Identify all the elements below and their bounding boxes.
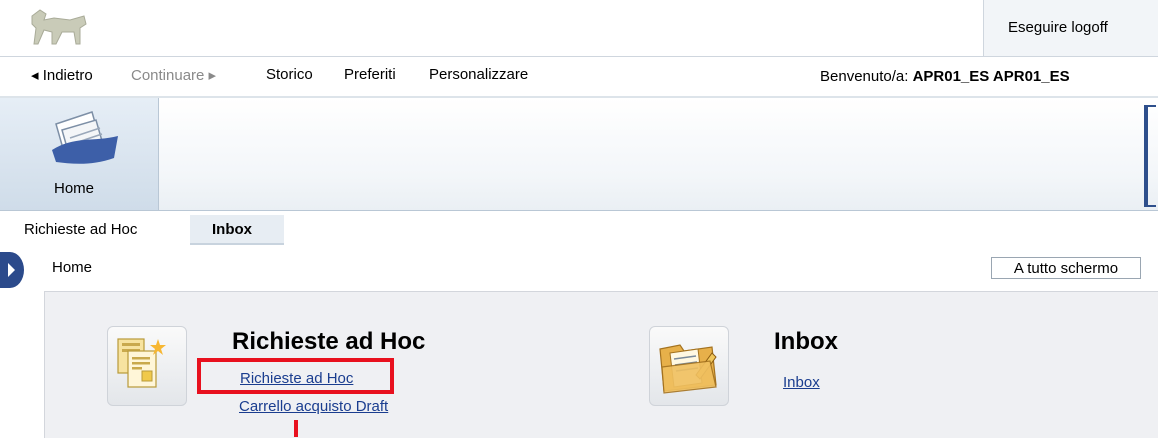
favorites-link[interactable]: Preferiti [344, 66, 396, 83]
breadcrumb[interactable]: Home [52, 259, 92, 276]
back-button[interactable]: ◂ Indietro [31, 66, 93, 84]
history-link[interactable]: Storico [266, 66, 313, 83]
personalize-link[interactable]: Personalizzare [429, 66, 528, 83]
inbox-folder-icon-box[interactable] [649, 326, 729, 406]
highlight-box [197, 358, 394, 394]
top-level-navigation [0, 98, 1158, 210]
inbox-folder-icon [659, 344, 717, 394]
subtab-inbox-label: Inbox [212, 221, 252, 238]
tab-home-label: Home [54, 180, 95, 197]
section-title-inbox: Inbox [774, 328, 838, 355]
welcome-prefix: Benvenuto/a: [820, 68, 909, 85]
welcome-message: Benvenuto/a: APR01_ES APR01_ES [820, 68, 1070, 85]
eni-dog-logo-icon [26, 6, 92, 50]
link-carrello-acquisto-draft[interactable]: Carrello acquisto Draft [239, 398, 388, 415]
breadcrumb-bar [0, 250, 1158, 286]
fullscreen-button[interactable]: A tutto schermo [991, 257, 1141, 279]
welcome-user: APR01_ES APR01_ES [912, 68, 1070, 85]
logoff-button[interactable]: Eseguire logoff [1008, 19, 1108, 36]
highlight-pointer [294, 420, 298, 437]
subtab-richieste-ad-hoc[interactable]: Richieste ad Hoc [24, 221, 137, 238]
request-form-icon-box[interactable] [107, 326, 187, 406]
link-inbox[interactable]: Inbox [783, 374, 820, 391]
panel-edge [1144, 105, 1156, 207]
expand-navigation-icon[interactable] [0, 252, 24, 288]
forward-button[interactable]: Continuare ▸ [131, 66, 216, 84]
request-form-icon [117, 338, 166, 388]
detailed-navigation [0, 211, 1158, 245]
subtab-inbox[interactable]: Inbox [190, 215, 284, 245]
documents-icon [52, 111, 118, 164]
section-title-richieste: Richieste ad Hoc [232, 328, 426, 355]
